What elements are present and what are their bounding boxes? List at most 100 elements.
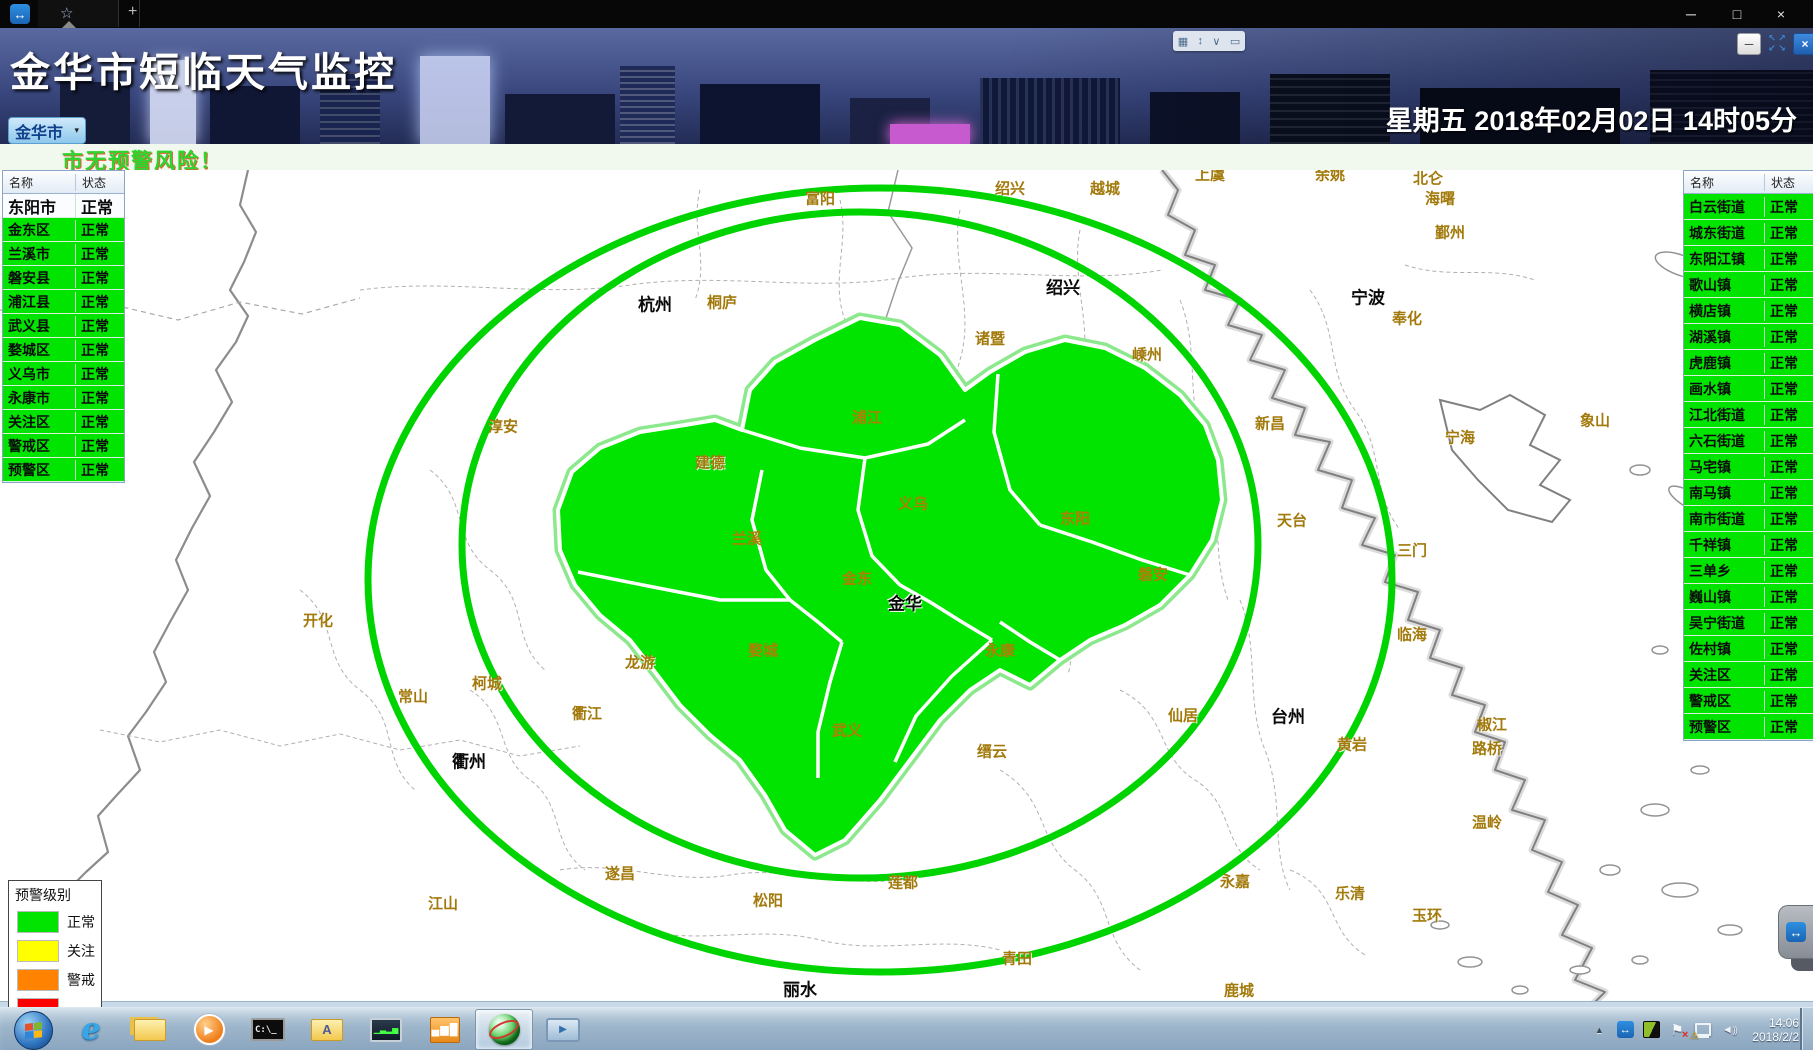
- tray-volume-icon[interactable]: [1720, 1021, 1738, 1039]
- table-row[interactable]: 城东街道正常: [1684, 220, 1813, 246]
- header-banner: 金华市短临天气监控 星期五 2018年02月02日 14时05分 ▦ ↕ ∨ ▭…: [0, 28, 1813, 144]
- cell-status: 正常: [75, 340, 122, 360]
- taskbar-clock[interactable]: 14:06 2018/2/2: [1752, 1016, 1799, 1044]
- table-row[interactable]: 江北街道正常: [1684, 402, 1813, 428]
- table-row[interactable]: 东阳江镇正常: [1684, 246, 1813, 272]
- show-desktop-button[interactable]: [1800, 1008, 1813, 1050]
- tray-nvidia-icon[interactable]: [1642, 1021, 1660, 1039]
- map-county-label: 黄岩: [1337, 734, 1367, 755]
- table-row[interactable]: 预警区正常: [1684, 714, 1813, 740]
- map-county-label: 淳安: [488, 416, 518, 437]
- table-row[interactable]: 三单乡正常: [1684, 558, 1813, 584]
- cell-name: 吴宁街道: [1684, 613, 1764, 633]
- cell-status: 正常: [1764, 301, 1812, 321]
- legend-swatch: [17, 911, 59, 933]
- table-row[interactable]: 警戒区正常: [1684, 688, 1813, 714]
- remote-session-toolbar[interactable]: ▦ ↕ ∨ ▭: [1173, 31, 1245, 51]
- chevron-down-icon[interactable]: ∨: [1212, 35, 1220, 48]
- favorites-star-icon[interactable]: ☆: [60, 4, 73, 22]
- table-header[interactable]: 名称 状态: [1684, 171, 1813, 194]
- window-close-button[interactable]: ×: [1766, 2, 1796, 26]
- taskbar-app-fonts-folder[interactable]: [298, 1009, 356, 1050]
- panel-minimize-button[interactable]: ─: [1737, 33, 1761, 55]
- browser-tab[interactable]: [38, 0, 119, 27]
- column-header-name[interactable]: 名称: [3, 174, 75, 191]
- map-city-label: 宁波: [1351, 284, 1385, 309]
- application-window: ↔ ☆ + ─ □ × 金华市短临天气监控 星期五 2018年02月02日 14…: [0, 0, 1813, 1050]
- table-row[interactable]: 巍山镇正常: [1684, 584, 1813, 610]
- table-row[interactable]: 佐村镇正常: [1684, 636, 1813, 662]
- table-row[interactable]: 湖溪镇正常: [1684, 324, 1813, 350]
- legend-label: 关注: [67, 941, 95, 961]
- cell-status: 正常: [75, 194, 122, 218]
- table-row[interactable]: 东阳市正常: [3, 194, 124, 218]
- table-row[interactable]: 浦江县正常: [3, 290, 124, 314]
- province-map[interactable]: 杭州绍兴宁波金华衢州台州丽水绍兴越城上虞余姚海曙鄞州北仑奉化宁海象山诸暨嵊州新昌…: [0, 170, 1813, 1007]
- tray-teamviewer-icon[interactable]: [1616, 1021, 1634, 1039]
- panel-expand-button[interactable]: ↖ ↗ ↙ ↘: [1767, 33, 1787, 53]
- table-row[interactable]: 南马镇正常: [1684, 480, 1813, 506]
- map-county-label: 遂昌: [605, 863, 635, 884]
- taskbar-app-command-prompt[interactable]: [239, 1009, 297, 1050]
- table-row[interactable]: 警戒区正常: [3, 434, 124, 458]
- cell-name: 金东区: [3, 220, 75, 240]
- column-header-status[interactable]: 状态: [75, 174, 122, 191]
- window-maximize-button[interactable]: □: [1722, 2, 1752, 26]
- table-row[interactable]: 婺城区正常: [3, 338, 124, 362]
- table-row[interactable]: 武义县正常: [3, 314, 124, 338]
- taskbar-app-internet-explorer[interactable]: [62, 1009, 120, 1050]
- table-row[interactable]: 关注区正常: [3, 410, 124, 434]
- resize-icon[interactable]: ↕: [1198, 35, 1204, 47]
- taskbar-app-media-player[interactable]: [180, 1009, 238, 1050]
- tray-network-icon[interactable]: [1694, 1021, 1712, 1039]
- teamviewer-side-handle[interactable]: ↔: [1778, 905, 1813, 959]
- table-row[interactable]: 马宅镇正常: [1684, 454, 1813, 480]
- start-button[interactable]: [14, 1011, 53, 1050]
- map-county-label: 建德: [695, 452, 725, 473]
- table-row[interactable]: 关注区正常: [1684, 662, 1813, 688]
- table-row[interactable]: 虎鹿镇正常: [1684, 350, 1813, 376]
- taskbar-app-chart-app[interactable]: [416, 1009, 474, 1050]
- table-row[interactable]: 义乌市正常: [3, 362, 124, 386]
- table-row[interactable]: 磐安县正常: [3, 266, 124, 290]
- table-row[interactable]: 千祥镇正常: [1684, 532, 1813, 558]
- tray-action-center-icon[interactable]: [1668, 1021, 1686, 1039]
- table-row[interactable]: 兰溪市正常: [3, 242, 124, 266]
- table-row[interactable]: 金东区正常: [3, 218, 124, 242]
- table-row[interactable]: 南市街道正常: [1684, 506, 1813, 532]
- map-county-label: 余姚: [1315, 170, 1345, 185]
- column-header-status[interactable]: 状态: [1764, 174, 1812, 191]
- window-minimize-button[interactable]: ─: [1676, 2, 1706, 26]
- map-county-label: 莲都: [888, 872, 918, 893]
- monitor-icon[interactable]: ▭: [1230, 35, 1240, 48]
- taskbar-app-performance-monitor[interactable]: [357, 1009, 415, 1050]
- grid-icon[interactable]: ▦: [1178, 35, 1188, 48]
- taskbar-app-media-viewer[interactable]: [534, 1009, 592, 1050]
- cell-status: 正常: [1764, 561, 1812, 581]
- taskbar-app-windows-explorer[interactable]: [121, 1009, 179, 1050]
- tray-icons: [1590, 1021, 1738, 1039]
- datetime-display: 星期五 2018年02月02日 14时05分: [1386, 99, 1797, 138]
- table-row[interactable]: 歌山镇正常: [1684, 272, 1813, 298]
- table-row[interactable]: 画水镇正常: [1684, 376, 1813, 402]
- map-county-label: 天台: [1277, 510, 1307, 531]
- table-row[interactable]: 白云街道正常: [1684, 194, 1813, 220]
- panel-close-button[interactable]: ×: [1793, 33, 1813, 55]
- tray-hidden-icons-icon[interactable]: [1590, 1021, 1608, 1039]
- cell-status: 正常: [1764, 639, 1812, 659]
- arrow-ne-icon: ↗: [1777, 33, 1787, 43]
- table-row[interactable]: 永康市正常: [3, 386, 124, 410]
- map-county-label: 象山: [1580, 410, 1610, 431]
- city-dropdown[interactable]: 金华市 ▾: [8, 117, 86, 144]
- table-row[interactable]: 六石街道正常: [1684, 428, 1813, 454]
- table-row[interactable]: 吴宁街道正常: [1684, 610, 1813, 636]
- cell-status: 正常: [1764, 457, 1812, 477]
- new-tab-button[interactable]: +: [128, 3, 137, 21]
- cell-name: 警戒区: [3, 436, 75, 456]
- table-row[interactable]: 预警区正常: [3, 458, 124, 482]
- table-header[interactable]: 名称 状态: [3, 171, 124, 194]
- taskbar-app-weather-monitor-app[interactable]: [475, 1009, 533, 1050]
- map-region-label: 义乌: [898, 493, 928, 514]
- column-header-name[interactable]: 名称: [1684, 174, 1764, 191]
- table-row[interactable]: 横店镇正常: [1684, 298, 1813, 324]
